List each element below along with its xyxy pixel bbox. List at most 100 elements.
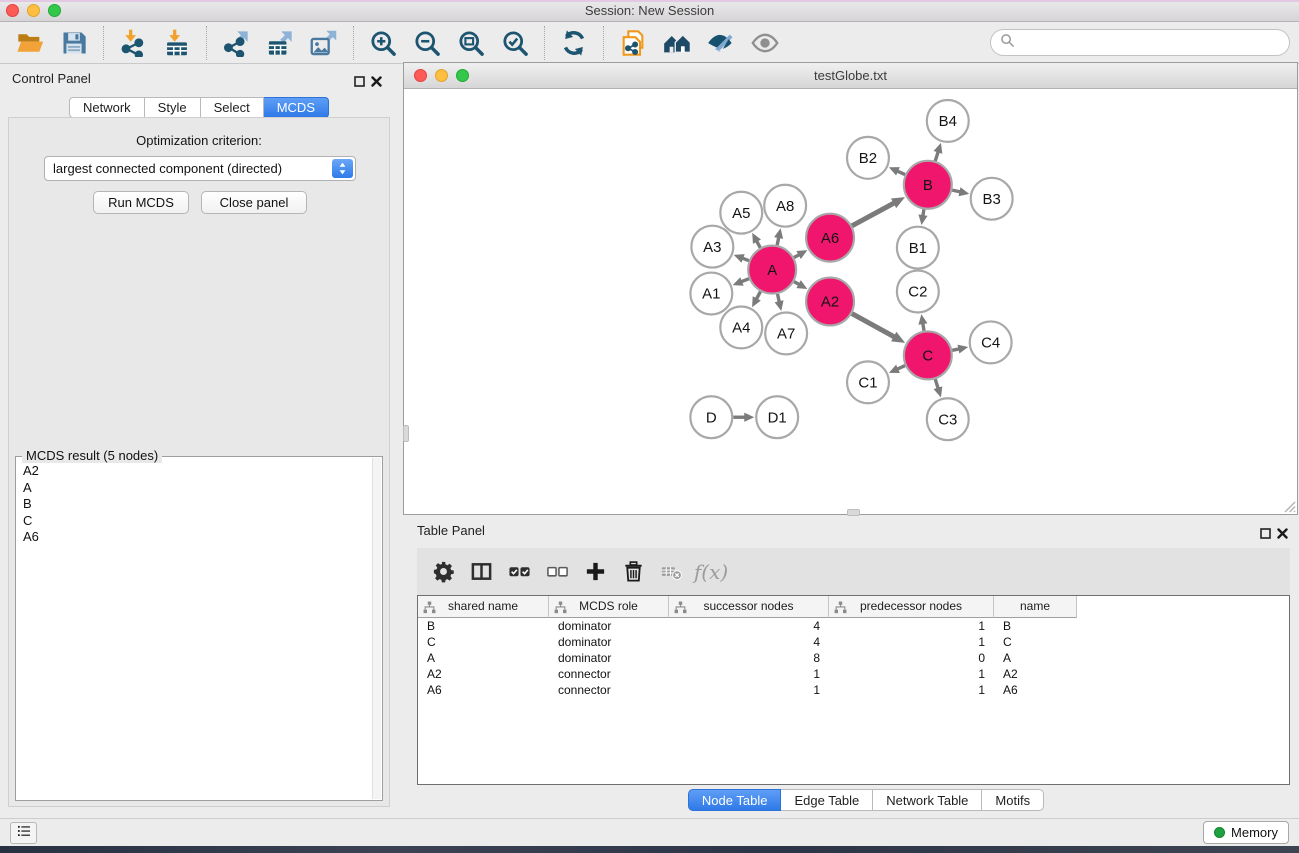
export-network-icon[interactable] [214, 24, 258, 62]
task-history-button[interactable] [10, 822, 37, 844]
memory-button[interactable]: Memory [1203, 821, 1289, 844]
zoom-in-icon[interactable] [361, 24, 405, 62]
column-header-predecessor-nodes[interactable]: predecessor nodes [829, 596, 994, 618]
tab-select[interactable]: Select [201, 97, 264, 118]
show-hide-details-icon[interactable] [699, 24, 743, 62]
close-table-panel-icon[interactable] [1277, 526, 1288, 537]
table-cell: 1 [829, 683, 994, 697]
column-header-MCDS-role[interactable]: MCDS role [549, 596, 669, 618]
close-window-icon[interactable] [6, 4, 19, 17]
table-cell: A6 [994, 683, 1077, 697]
bottom-divider-handle[interactable] [847, 509, 860, 516]
float-panel-icon[interactable] [354, 74, 365, 85]
left-divider-handle[interactable] [403, 425, 409, 442]
result-item[interactable]: A6 [23, 529, 371, 546]
export-image-icon[interactable] [302, 24, 346, 62]
node-label-D: D [706, 409, 717, 426]
network-window-titlebar[interactable]: testGlobe.txt [404, 63, 1297, 89]
apply-layout-icon[interactable] [552, 24, 596, 62]
control-panel: Control Panel NetworkStyleSelectMCDS Opt… [8, 66, 390, 810]
window-controls [6, 4, 61, 17]
result-scrollbar[interactable] [372, 458, 381, 799]
network-title: testGlobe.txt [404, 63, 1297, 88]
edge-arrow-icon [775, 300, 784, 311]
search-box[interactable] [990, 29, 1290, 56]
table-row[interactable]: A2connector11A2 [418, 666, 1289, 682]
column-label: successor nodes [703, 599, 793, 613]
memory-status-icon [1214, 827, 1225, 838]
result-item[interactable]: C [23, 513, 371, 530]
resize-grip-icon[interactable] [1281, 498, 1296, 513]
columns-icon[interactable] [462, 552, 500, 592]
table-row[interactable]: Cdominator41C [418, 634, 1289, 650]
float-table-panel-icon[interactable] [1260, 526, 1271, 537]
result-item[interactable]: B [23, 496, 371, 513]
edge-arrow-icon [918, 214, 927, 225]
deselect-all-icon[interactable] [538, 552, 576, 592]
close-panel-icon[interactable] [371, 74, 382, 85]
select-all-icon[interactable] [500, 552, 538, 592]
export-table-icon[interactable] [258, 24, 302, 62]
tab-network-table[interactable]: Network Table [873, 789, 982, 811]
network-view-window: testGlobe.txt B4B2BB3B1A5A8A6A3AA1C2A2A4… [403, 62, 1298, 515]
table-cell: 4 [669, 635, 829, 649]
toolbar-separator [103, 26, 104, 60]
criterion-dropdown[interactable]: largest connected component (directed) [44, 156, 356, 181]
maximize-window-icon[interactable] [48, 4, 61, 17]
gear-icon[interactable] [424, 552, 462, 592]
delete-row-icon[interactable] [614, 552, 652, 592]
birdseye-view-icon[interactable] [743, 24, 787, 62]
table-cell: connector [549, 683, 669, 697]
table-cell: 1 [669, 667, 829, 681]
tab-edge-table[interactable]: Edge Table [781, 789, 873, 811]
add-row-icon[interactable] [576, 552, 614, 592]
zoom-fit-icon[interactable] [449, 24, 493, 62]
search-input[interactable] [1015, 35, 1289, 50]
tab-motifs[interactable]: Motifs [982, 789, 1044, 811]
result-item[interactable]: A [23, 480, 371, 497]
dropdown-arrows-icon [332, 159, 353, 178]
table-cell: 1 [829, 667, 994, 681]
zoom-selected-icon[interactable] [493, 24, 537, 62]
run-mcds-button[interactable]: Run MCDS [93, 191, 189, 214]
table-row[interactable]: Adominator80A [418, 650, 1289, 666]
table-toolbar: f(x) [417, 548, 1290, 595]
table-row[interactable]: Bdominator41B [418, 618, 1289, 634]
save-session-icon[interactable] [52, 24, 96, 62]
node-label-B3: B3 [983, 191, 1001, 208]
node-label-C4: C4 [981, 335, 1000, 352]
optimization-criterion-label: Optimization criterion: [9, 133, 389, 148]
open-folder-icon[interactable] [8, 24, 52, 62]
tab-network[interactable]: Network [69, 97, 145, 118]
import-network-icon[interactable] [111, 24, 155, 62]
toolbar-separator [353, 26, 354, 60]
network-canvas[interactable]: B4B2BB3B1A5A8A6A3AA1C2A2A4A7C4CC1C3DD1 [404, 89, 1297, 514]
minimize-network-icon[interactable] [435, 69, 448, 82]
column-header-name[interactable]: name [994, 596, 1077, 618]
close-panel-button[interactable]: Close panel [201, 191, 307, 214]
function-builder-icon: f(x) [690, 552, 728, 592]
tab-style[interactable]: Style [145, 97, 201, 118]
duplicate-network-icon[interactable] [611, 24, 655, 62]
result-item[interactable]: A2 [23, 463, 371, 480]
main-toolbar [0, 22, 1299, 64]
search-icon [1000, 33, 1015, 53]
table-row[interactable]: A6connector11A6 [418, 682, 1289, 698]
tab-node-table[interactable]: Node Table [688, 789, 782, 811]
edge-A2-C[interactable] [852, 314, 896, 338]
import-table-icon[interactable] [155, 24, 199, 62]
edge-A6-B[interactable] [852, 202, 895, 225]
column-label: predecessor nodes [860, 599, 962, 613]
cyndex-browse-icon[interactable] [655, 24, 699, 62]
node-label-A1: A1 [702, 286, 720, 303]
zoom-out-icon[interactable] [405, 24, 449, 62]
close-network-icon[interactable] [414, 69, 427, 82]
column-header-shared-name[interactable]: shared name [418, 596, 549, 618]
memory-label: Memory [1231, 825, 1278, 840]
control-panel-tabs: NetworkStyleSelectMCDS [8, 97, 390, 118]
toolbar-separator [544, 26, 545, 60]
minimize-window-icon[interactable] [27, 4, 40, 17]
tab-mcds[interactable]: MCDS [264, 97, 329, 118]
column-header-successor-nodes[interactable]: successor nodes [669, 596, 829, 618]
maximize-network-icon[interactable] [456, 69, 469, 82]
